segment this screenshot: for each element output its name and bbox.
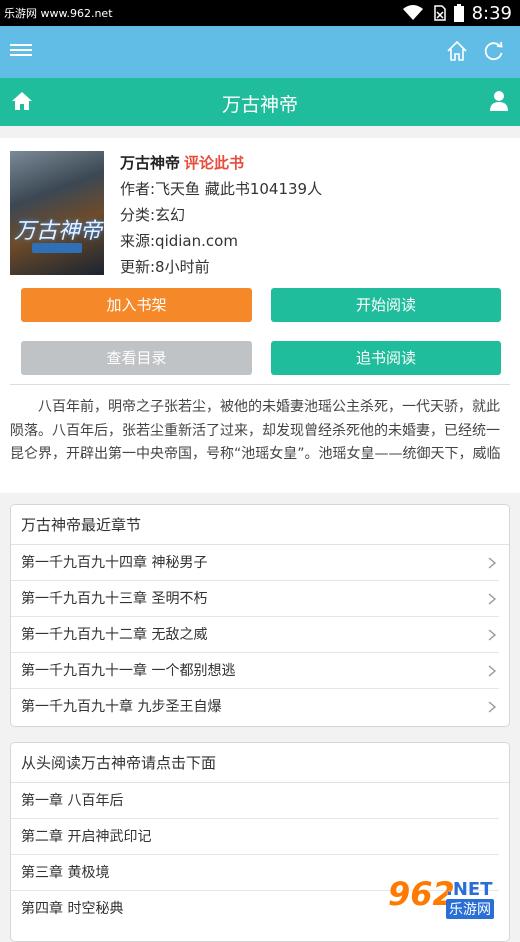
follow-reading-button[interactable]: 追书阅读 — [271, 341, 501, 375]
no-sim-icon — [432, 5, 446, 21]
book-title: 万古神帝 — [120, 154, 180, 172]
latest-chapters-panel: 万古神帝最近章节 第一千九百九十四章 神秘男子第一千九百九十三章 圣明不朽第一千… — [10, 504, 510, 727]
chapter-row[interactable]: 第一千九百九十四章 神秘男子 — [11, 545, 499, 581]
chevron-right-icon — [487, 629, 497, 641]
title-bar: 万古神帝 — [0, 78, 520, 126]
book-category: 分类:玄幻 — [120, 202, 322, 228]
chapter-row[interactable]: 第一千九百九十章 九步圣王自爆 — [11, 689, 499, 725]
site-watermark-logo: 962 .NET 乐游网 — [380, 877, 516, 921]
chapter-title: 第四章 时空秘典 — [21, 901, 123, 917]
chapter-row[interactable]: 第一千九百九十三章 圣明不朽 — [11, 581, 499, 617]
start-reading-button[interactable]: 开始阅读 — [271, 288, 501, 322]
logo-net: .NET — [446, 879, 492, 900]
chapter-title: 第一千九百九十一章 一个都别想逃 — [21, 663, 235, 679]
chevron-right-icon — [487, 557, 497, 569]
top-bar — [0, 26, 520, 78]
view-catalog-button[interactable]: 查看目录 — [21, 341, 252, 375]
chevron-right-icon — [487, 665, 497, 677]
logo-number: 962 — [388, 875, 455, 913]
home-outline-icon[interactable] — [446, 40, 468, 62]
logo-site-name: 乐游网 — [446, 899, 494, 919]
book-cover[interactable]: 万古神帝 — [10, 151, 104, 275]
cover-badge — [32, 243, 82, 253]
battery-icon — [454, 4, 464, 22]
cover-title: 万古神帝 — [14, 213, 102, 245]
review-link[interactable]: 评论此书 — [184, 154, 244, 172]
watermark-text: 乐游网 www.962.net — [4, 5, 113, 21]
chapter-title: 第一千九百九十四章 神秘男子 — [21, 555, 207, 571]
chapter-row[interactable]: 第二章 开启神武印记 — [11, 819, 499, 855]
chevron-right-icon — [487, 593, 497, 605]
user-icon[interactable] — [489, 90, 509, 112]
chapter-title: 第一千九百九十二章 无敌之威 — [21, 627, 207, 643]
clock: 8:39 — [472, 3, 512, 24]
book-description: 八百年前，明帝之子张若尘，被他的未婚妻池瑶公主杀死，一代天骄，就此陨落。八百年后… — [10, 396, 508, 468]
chapter-title: 第三章 黄极境 — [21, 865, 109, 881]
book-source: 来源:qidian.com — [120, 228, 322, 254]
book-info: 万古神帝 万古神帝评论此书 作者:飞天鱼 藏此书104139人 分类:玄幻 来源… — [0, 138, 520, 493]
chevron-right-icon — [487, 701, 497, 713]
book-meta: 万古神帝评论此书 作者:飞天鱼 藏此书104139人 分类:玄幻 来源:qidi… — [120, 150, 322, 280]
book-author: 作者:飞天鱼 藏此书104139人 — [120, 176, 322, 202]
page-title: 万古神帝 — [0, 90, 520, 117]
chapter-title: 第一千九百九十三章 圣明不朽 — [21, 591, 207, 607]
divider — [10, 384, 510, 385]
chapter-row[interactable]: 第一千九百九十二章 无敌之威 — [11, 617, 499, 653]
chapter-row[interactable]: 第一章 八百年后 — [11, 783, 499, 819]
chapter-title: 第一章 八百年后 — [21, 793, 123, 809]
menu-icon[interactable] — [10, 44, 32, 60]
status-bar: 乐游网 www.962.net 8:39 — [0, 0, 520, 26]
latest-chapters-heading: 万古神帝最近章节 — [11, 505, 509, 545]
chapter-row[interactable]: 第一千九百九十一章 一个都别想逃 — [11, 653, 499, 689]
refresh-icon[interactable] — [484, 41, 504, 61]
wifi-icon — [402, 5, 424, 21]
add-to-shelf-button[interactable]: 加入书架 — [21, 288, 252, 322]
chapter-title: 第一千九百九十章 九步圣王自爆 — [21, 699, 221, 715]
book-updated: 更新:8小时前 — [120, 254, 322, 280]
chapter-title: 第二章 开启神武印记 — [21, 829, 151, 845]
from-start-heading: 从头阅读万古神帝请点击下面 — [11, 743, 509, 783]
